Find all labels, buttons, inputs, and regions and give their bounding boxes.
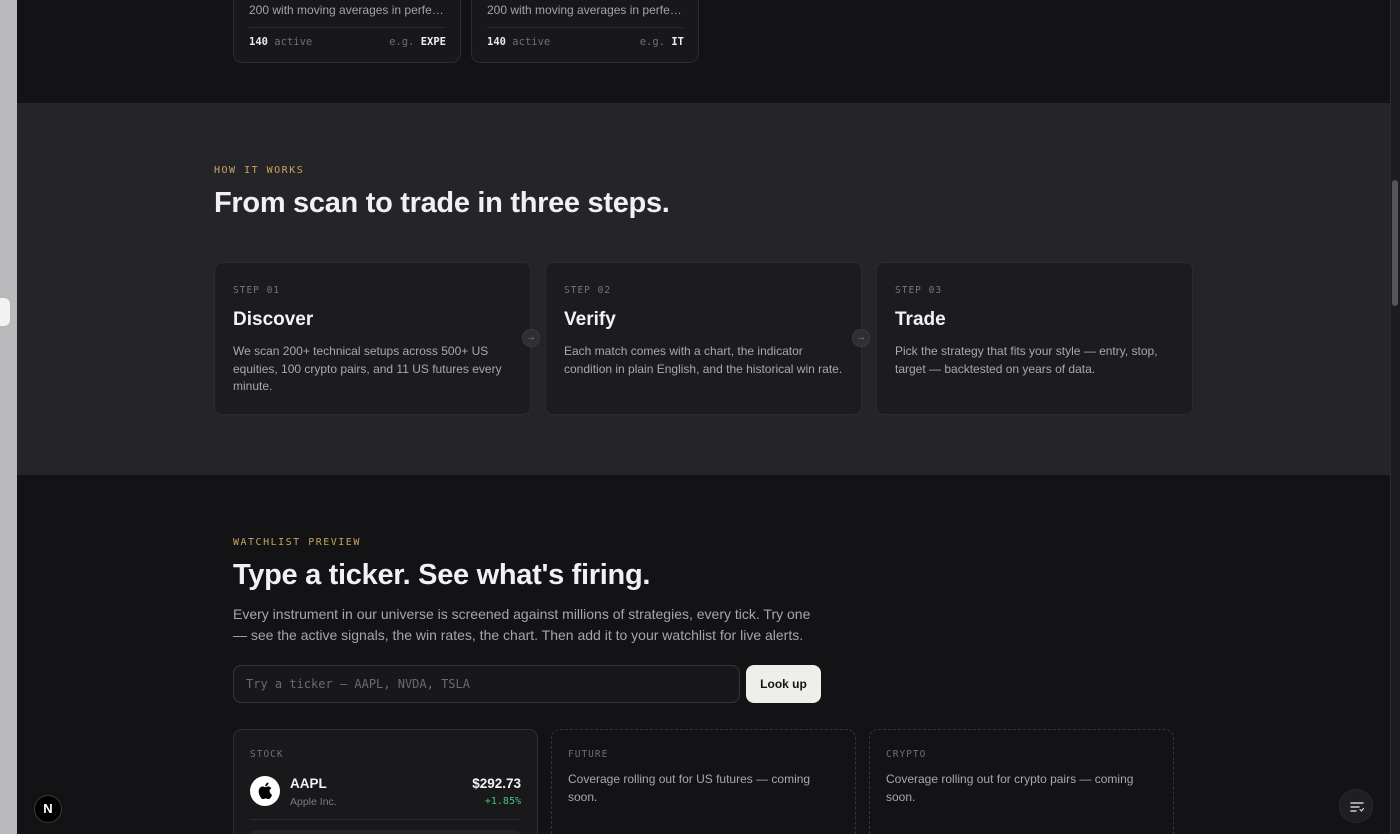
stock-preview-card[interactable]: STOCK AAPL Apple Inc. $292.73 +1.85%: [233, 729, 538, 834]
active-count: 140 active: [249, 36, 313, 48]
example-ticker: e.g. EXPE: [389, 36, 446, 48]
ticker-price: $292.73: [472, 776, 521, 791]
step-card-trade: STEP 03 Trade Pick the strategy that fit…: [876, 262, 1193, 415]
crypto-preview-card: CRYPTO Coverage rolling out for crypto p…: [869, 729, 1174, 834]
step-description: Each match comes with a chart, the indic…: [564, 344, 843, 376]
step-label: STEP 01: [233, 285, 281, 296]
active-count: 140 active: [487, 36, 551, 48]
coming-soon-message: Coverage rolling out for US futures — co…: [568, 772, 811, 804]
divider: [250, 819, 521, 820]
section-eyebrow: HOW IT WORKS: [214, 165, 305, 176]
step-title: Trade: [895, 309, 946, 330]
signal-bar: [250, 830, 521, 834]
arrow-right-icon: →: [852, 329, 870, 347]
instrument-type-label: FUTURE: [568, 749, 609, 760]
step-card-discover: STEP 01 Discover We scan 200+ technical …: [214, 262, 531, 415]
apple-icon: [250, 776, 280, 806]
window-left-edge: [0, 0, 17, 834]
step-label: STEP 03: [895, 285, 943, 296]
instrument-type-label: STOCK: [250, 749, 284, 760]
strategy-card-description: 200 with moving averages in perfect...: [249, 3, 449, 17]
how-it-works-section: HOW IT WORKS From scan to trade in three…: [17, 103, 1390, 475]
section-description: Every instrument in our universe is scre…: [233, 606, 811, 643]
look-up-button[interactable]: Look up: [746, 665, 821, 703]
step-label: STEP 02: [564, 285, 612, 296]
landing-page: 200 with moving averages in perfect... 1…: [17, 0, 1390, 834]
list-filter-icon[interactable]: [1339, 789, 1373, 823]
scrollbar[interactable]: [1390, 0, 1400, 834]
strategy-card[interactable]: 200 with moving averages in perfect... 1…: [471, 0, 699, 63]
ticker-search-input[interactable]: [233, 665, 740, 703]
section-title: Type a ticker. See what's firing.: [233, 559, 651, 591]
strategy-card-description: 200 with moving averages in perfect...: [487, 3, 687, 17]
future-preview-card: FUTURE Coverage rolling out for US futur…: [551, 729, 856, 834]
next-dev-badge[interactable]: N: [34, 795, 62, 823]
instrument-type-label: CRYPTO: [886, 749, 927, 760]
coming-soon-message: Coverage rolling out for crypto pairs — …: [886, 772, 1134, 804]
arrow-right-icon: →: [522, 329, 540, 347]
company-name: Apple Inc.: [290, 796, 337, 808]
example-ticker: e.g. IT: [639, 36, 684, 48]
section-eyebrow: WATCHLIST PREVIEW: [233, 537, 361, 548]
divider: [487, 27, 683, 28]
strategy-cards-section: 200 with moving averages in perfect... 1…: [17, 0, 1390, 103]
step-title: Discover: [233, 309, 314, 330]
watchlist-preview-section: WATCHLIST PREVIEW Type a ticker. See wha…: [17, 475, 1390, 834]
step-title: Verify: [564, 309, 616, 330]
strategy-card[interactable]: 200 with moving averages in perfect... 1…: [233, 0, 461, 63]
price-change: +1.85%: [484, 796, 521, 807]
divider: [249, 27, 445, 28]
section-title: From scan to trade in three steps.: [214, 187, 670, 219]
step-card-verify: STEP 02 Verify Each match comes with a c…: [545, 262, 862, 415]
scrollbar-thumb[interactable]: [1392, 180, 1398, 306]
step-description: Pick the strategy that fits your style —…: [895, 344, 1158, 376]
step-description: We scan 200+ technical setups across 500…: [233, 344, 502, 393]
side-panel-handle[interactable]: [0, 298, 10, 326]
ticker-symbol: AAPL: [290, 776, 327, 791]
